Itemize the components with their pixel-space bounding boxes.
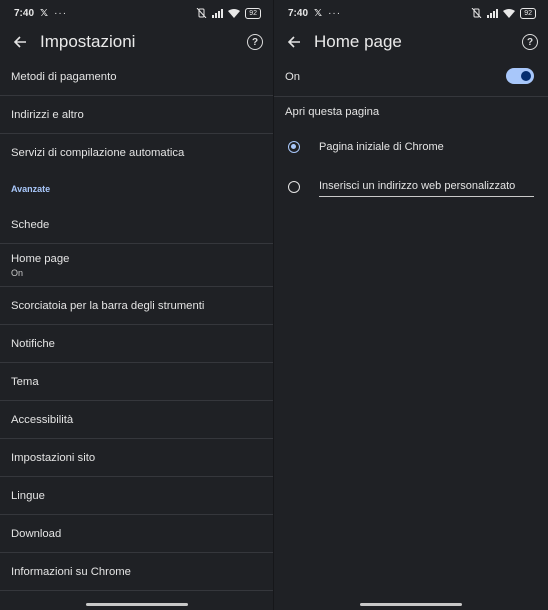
arrow-back-icon: [287, 36, 300, 48]
battery-icon: 92: [245, 7, 261, 19]
status-time: 7:40: [14, 7, 35, 19]
back-button[interactable]: [274, 35, 314, 49]
settings-item-site-settings[interactable]: Impostazioni sito: [0, 439, 273, 477]
signal-icon: [487, 8, 499, 18]
home-page-switch[interactable]: [506, 68, 534, 84]
settings-item-autofill-services[interactable]: Servizi di compilazione automatica: [0, 134, 273, 172]
item-label: Home page: [11, 252, 70, 265]
item-label: Scorciatoia per la barra degli strumenti: [11, 299, 205, 312]
option-label: Inserisci un indirizzo web personalizzat…: [319, 179, 516, 192]
gesture-handle[interactable]: [85, 603, 188, 606]
option-chrome-home[interactable]: Pagina iniziale di Chrome: [274, 127, 548, 167]
app-bar: Home page ?: [274, 26, 548, 58]
help-icon[interactable]: ?: [522, 34, 538, 50]
radio-selected-icon[interactable]: [288, 141, 300, 153]
item-label: Metodi di pagamento: [11, 70, 117, 83]
app-bar: Impostazioni ?: [0, 26, 273, 58]
settings-item-addresses[interactable]: Indirizzi e altro: [0, 96, 273, 134]
item-sublabel: On: [11, 267, 24, 278]
toggle-label: On: [285, 71, 301, 83]
item-label: Informazioni su Chrome: [11, 565, 131, 578]
settings-item-languages[interactable]: Lingue: [0, 477, 273, 515]
gesture-handle[interactable]: [360, 603, 462, 606]
item-label: Accessibilità: [11, 413, 74, 426]
item-label: Tema: [11, 375, 39, 388]
back-button[interactable]: [0, 35, 40, 49]
open-page-section: Apri questa pagina: [274, 97, 548, 127]
switch-knob: [521, 71, 531, 81]
signal-icon: [212, 8, 224, 18]
page-title: Impostazioni: [40, 32, 136, 51]
item-label: Indirizzi e altro: [11, 108, 84, 121]
option-custom-address[interactable]: Inserisci un indirizzo web personalizzat…: [274, 167, 548, 207]
battery-icon: 92: [520, 7, 536, 19]
item-label: Lingue: [11, 489, 45, 502]
settings-item-tabs[interactable]: Schede: [0, 206, 273, 244]
item-label: Notifiche: [11, 337, 55, 350]
x-app-icon: 𝕏: [40, 7, 49, 19]
item-label: Impostazioni sito: [11, 451, 96, 464]
wifi-icon: [228, 8, 241, 18]
item-label: Schede: [11, 218, 50, 231]
arrow-back-icon: [13, 36, 26, 48]
settings-list: Metodi di pagamento Indirizzi e altro Se…: [0, 58, 273, 591]
more-notifications-icon: ···: [54, 7, 68, 19]
settings-item-notifications[interactable]: Notifiche: [0, 325, 273, 363]
settings-item-home-page[interactable]: Home page On: [0, 244, 273, 287]
more-notifications-icon: ···: [328, 7, 342, 19]
page-title: Home page: [314, 32, 402, 51]
settings-item-theme[interactable]: Tema: [0, 363, 273, 401]
settings-item-toolbar-shortcut[interactable]: Scorciatoia per la barra degli strumenti: [0, 287, 273, 325]
wifi-icon: [503, 8, 516, 18]
vibrate-off-icon: [196, 8, 207, 18]
status-time: 7:40: [288, 7, 309, 19]
settings-item-accessibility[interactable]: Accessibilità: [0, 401, 273, 439]
radio-unselected-icon[interactable]: [288, 181, 300, 193]
section-header-advanced: Avanzate: [11, 184, 51, 194]
section-label: Apri questa pagina: [285, 106, 380, 118]
settings-item-downloads[interactable]: Download: [0, 515, 273, 553]
settings-item-about-chrome[interactable]: Informazioni su Chrome: [0, 553, 273, 591]
custom-url-field[interactable]: Inserisci un indirizzo web personalizzat…: [319, 180, 534, 197]
help-icon[interactable]: ?: [247, 34, 263, 50]
home-page-screen: 7:40 𝕏 ··· 92 Home page ? On Apri questa…: [274, 0, 548, 610]
vibrate-off-icon: [471, 8, 482, 18]
status-bar: 7:40 𝕏 ··· 92: [274, 0, 548, 26]
status-bar: 7:40 𝕏 ··· 92: [0, 0, 273, 26]
x-app-icon: 𝕏: [314, 7, 323, 19]
item-label: Servizi di compilazione automatica: [11, 147, 185, 159]
settings-item-payment-methods[interactable]: Metodi di pagamento: [0, 58, 273, 96]
item-label: Download: [11, 527, 62, 540]
settings-screen: 7:40 𝕏 ··· 92 Impostazioni ? Metodi di p…: [0, 0, 274, 610]
home-page-toggle-row[interactable]: On: [274, 58, 548, 97]
option-label: Pagina iniziale di Chrome: [319, 141, 444, 153]
